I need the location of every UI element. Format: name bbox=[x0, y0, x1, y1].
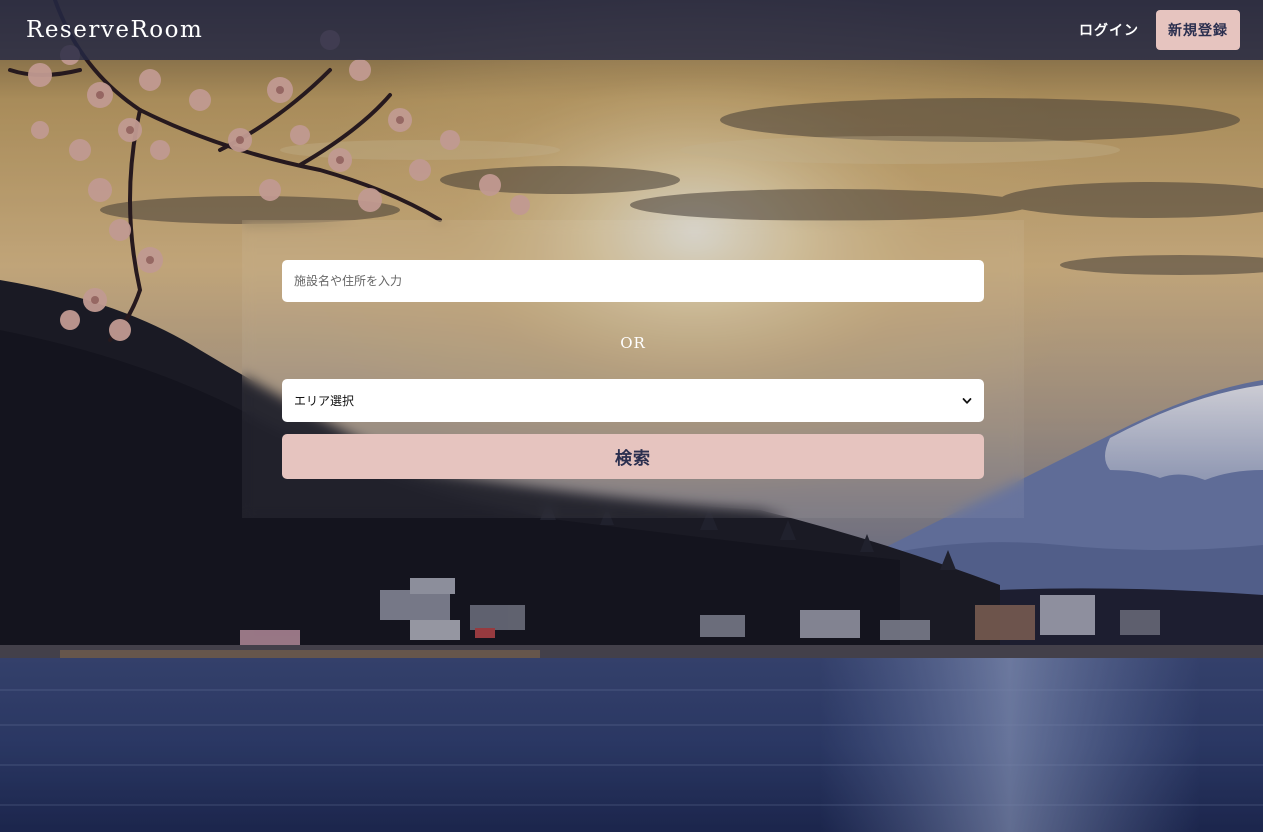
area-select-dropdown[interactable]: エリア選択 bbox=[282, 379, 984, 422]
nav-actions: ログイン 新規登録 bbox=[1079, 10, 1240, 50]
login-link[interactable]: ログイン bbox=[1079, 20, 1139, 40]
search-submit-button[interactable]: 検索 bbox=[282, 434, 984, 479]
area-select-value: エリア選択 bbox=[294, 394, 355, 408]
chevron-down-icon bbox=[962, 397, 972, 404]
page: ReserveRoom ログイン 新規登録 OR エリア選択 検索 bbox=[0, 0, 1263, 832]
search-panel: OR エリア選択 検索 bbox=[242, 220, 1024, 518]
keyword-search-input[interactable] bbox=[282, 260, 984, 302]
brand-logo-link[interactable]: ReserveRoom bbox=[26, 17, 203, 43]
or-divider: OR bbox=[620, 334, 646, 352]
register-button[interactable]: 新規登録 bbox=[1156, 10, 1240, 50]
top-navbar: ReserveRoom ログイン 新規登録 bbox=[0, 0, 1263, 60]
